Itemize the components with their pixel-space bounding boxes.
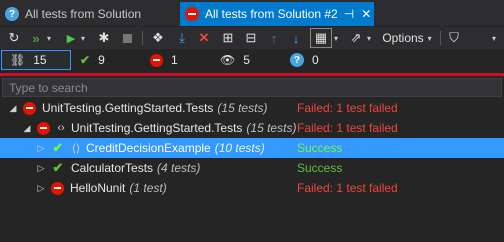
search-input[interactable] [3,79,501,96]
collapse-all-icon[interactable]: ⊟ [243,29,259,47]
down-icon[interactable]: ↓ [288,29,304,47]
tree-node-name: CreditDecisionExample [86,141,211,155]
expand-triangle-icon[interactable]: ▷ [36,183,46,194]
pin-icon[interactable]: ⊣ [344,7,354,21]
toolbar-separator [142,31,143,45]
import-icon[interactable]: ⤓ [174,29,190,47]
tree-row[interactable]: ▷ HelloNunit (1 test) Failed: 1 test fai… [0,178,504,198]
filter-icon[interactable]: ⛉ [446,29,462,47]
tree-node-result: Failed: 1 test failed [297,121,398,135]
paw-icon[interactable]: ❖ [150,29,166,47]
test-tree: ◢ UnitTesting.GettingStarted.Tests (15 t… [0,98,504,198]
inconclusive-count: 0 [312,53,319,67]
tree-row-selected[interactable]: ▷ ✔ ⟨⟩ CreditDecisionExample (10 tests) … [0,138,504,158]
calendar-icon[interactable]: ▦ [310,28,332,48]
failed-icon [37,121,50,135]
tree-row[interactable]: ◢ ‹› UnitTesting.GettingStarted.Tests (1… [0,118,504,138]
test-stats-bar: ⛓ 15 ✔ 9 1 👁 5 ? 0 [0,49,504,71]
tree-node-count: (4 tests) [157,161,201,175]
debug-icon[interactable]: ✱ [96,29,112,47]
toolbar: ↻ » ▾ ▶ ▾ ✱ ❖ ⤓ ✕ ⊞ ⊟ ↑ ↓ ▦ ▾ ⇗ ▾ Option… [0,27,504,49]
class-icon: ⟨⟩ [71,142,81,155]
passed-count: 9 [98,53,105,67]
expand-triangle-icon[interactable]: ▷ [36,163,46,174]
tree-node-name: UnitTesting.GettingStarted.Tests [42,101,214,115]
expand-all-icon[interactable]: ⊞ [220,29,236,47]
tree-node-result: Failed: 1 test failed [297,101,398,115]
refresh-icon[interactable]: ↻ [6,29,22,47]
tree-node-count: (10 tests) [214,141,265,155]
up-icon[interactable]: ↑ [266,29,282,47]
failed-icon [23,101,36,115]
run-dropdown-icon[interactable]: ▾ [44,29,54,47]
calendar-dropdown-icon[interactable]: ▾ [331,29,341,47]
run-all-icon[interactable]: » [28,29,44,47]
overflow-dropdown-icon[interactable]: ▾ [488,29,500,47]
tree-node-count: (15 tests) [246,121,297,135]
toolbar-separator [440,31,441,45]
checkmark-icon: ✔ [80,53,91,67]
stat-failed[interactable]: 1 [148,51,198,69]
failed-icon [51,181,64,195]
total-count: 15 [33,53,47,67]
failed-icon [185,7,199,21]
tab-bar: ? All tests from Solution All tests from… [0,0,504,26]
expand-triangle-icon[interactable]: ▷ [36,143,46,154]
failure-indicator-bar [0,73,504,76]
failed-icon [150,53,163,67]
stat-ignored[interactable]: 👁 5 [218,51,268,69]
tree-node-count: (1 test) [129,181,167,195]
question-icon: ? [5,7,19,21]
tab-label: All tests from Solution [25,7,142,21]
tree-node-name: HelloNunit [70,181,126,195]
tree-row[interactable]: ◢ UnitTesting.GettingStarted.Tests (15 t… [0,98,504,118]
export-dropdown-icon[interactable]: ▾ [364,29,374,47]
options-label: Options [382,31,424,45]
search-box [2,78,502,97]
stat-total[interactable]: ⛓ 15 [1,50,71,70]
checkmark-icon: ✔ [52,140,64,155]
collapse-triangle-icon[interactable]: ◢ [8,103,18,114]
options-button[interactable]: Options ▾ [381,29,433,47]
run-icon[interactable]: ▶ [64,29,78,47]
tree-node-result: Success [297,141,343,155]
tab-all-tests-2[interactable]: All tests from Solution #2 ⊣ ✕ [180,2,374,26]
tab-all-tests[interactable]: ? All tests from Solution [0,2,176,26]
stop-icon[interactable] [120,29,134,47]
stat-inconclusive[interactable]: ? 0 [288,51,338,69]
ignored-count: 5 [243,53,250,67]
run-dropdown-icon[interactable]: ▾ [78,29,88,47]
tree-node-count: (15 tests) [217,101,268,115]
collapse-triangle-icon[interactable]: ◢ [22,123,32,134]
checkmark-icon: ✔ [52,160,64,175]
tree-node-name: UnitTesting.GettingStarted.Tests [71,121,243,135]
chevron-down-icon: ▾ [427,33,432,43]
stat-passed[interactable]: ✔ 9 [78,51,128,69]
namespace-icon: ‹› [57,122,65,134]
remove-icon[interactable]: ✕ [196,29,212,47]
eye-slash-icon: 👁 [220,53,236,67]
close-icon[interactable]: ✕ [361,7,371,21]
tree-row[interactable]: ▷ ✔ CalculatorTests (4 tests) Success [0,158,504,178]
tree-node-result: Success [297,161,343,175]
export-icon[interactable]: ⇗ [348,29,364,47]
tree-node-result: Failed: 1 test failed [297,181,398,195]
link-icon: ⛓ [10,53,26,67]
failed-count: 1 [171,53,178,67]
tree-node-name: CalculatorTests [71,161,154,175]
question-icon: ? [290,53,304,67]
tab-label: All tests from Solution #2 [205,7,338,21]
